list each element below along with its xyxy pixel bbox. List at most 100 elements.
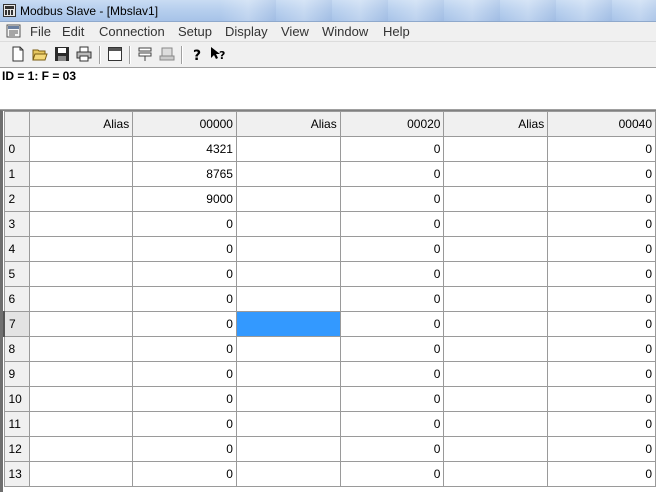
- value-cell[interactable]: 0: [132, 311, 237, 337]
- row-header[interactable]: 8: [3, 336, 31, 362]
- value-cell[interactable]: 0: [132, 361, 237, 387]
- app-icon[interactable]: [3, 4, 16, 17]
- alias-cell[interactable]: [29, 136, 134, 162]
- alias-cell[interactable]: [29, 236, 134, 262]
- alias-cell[interactable]: [443, 386, 549, 412]
- value-cell[interactable]: 0: [339, 436, 445, 462]
- menu-setup[interactable]: Setup: [178, 24, 212, 39]
- value-cell[interactable]: 0: [547, 336, 656, 362]
- help-icon[interactable]: ?: [189, 46, 205, 62]
- alias-cell[interactable]: [235, 461, 341, 487]
- row-header[interactable]: 10: [3, 386, 31, 412]
- value-cell[interactable]: 0: [132, 211, 237, 237]
- menu-connection[interactable]: Connection: [99, 24, 165, 39]
- value-cell[interactable]: 0: [132, 411, 237, 437]
- alias-cell[interactable]: [235, 136, 341, 162]
- table-row[interactable]: 5 0 0 0: [3, 261, 656, 287]
- table-row[interactable]: 3 0 0 0: [3, 211, 656, 237]
- alias-cell[interactable]: [29, 311, 134, 337]
- value-cell[interactable]: 0: [132, 386, 237, 412]
- value-cell[interactable]: 0: [547, 286, 656, 312]
- table-row[interactable]: 7 0 0 0: [3, 311, 656, 337]
- alias-cell[interactable]: [235, 236, 341, 262]
- value-cell[interactable]: 0: [339, 236, 445, 262]
- document-icon[interactable]: [6, 24, 22, 39]
- table-row[interactable]: 12 0 0 0: [3, 436, 656, 462]
- value-cell[interactable]: 0: [132, 336, 237, 362]
- value-cell[interactable]: 0: [547, 461, 656, 487]
- menu-file[interactable]: File: [30, 24, 51, 39]
- row-header[interactable]: 2: [3, 186, 31, 212]
- value-cell[interactable]: 0: [547, 186, 656, 212]
- row-header[interactable]: 5: [3, 261, 31, 287]
- column-header-alias-2[interactable]: Alias: [235, 111, 341, 137]
- selected-alias-cell[interactable]: [235, 311, 341, 337]
- row-header[interactable]: 12: [3, 436, 31, 462]
- alias-cell[interactable]: [235, 361, 341, 387]
- column-header-00020[interactable]: 00020: [339, 111, 445, 137]
- row-header[interactable]: 1: [3, 161, 31, 187]
- value-cell[interactable]: 0: [547, 311, 656, 337]
- new-icon[interactable]: [10, 46, 26, 62]
- alias-cell[interactable]: [443, 361, 549, 387]
- save-icon[interactable]: [54, 46, 70, 62]
- alias-cell[interactable]: [29, 211, 134, 237]
- row-header[interactable]: 9: [3, 361, 31, 387]
- value-cell[interactable]: 0: [132, 436, 237, 462]
- alias-cell[interactable]: [235, 386, 341, 412]
- row-header[interactable]: 3: [3, 211, 31, 237]
- row-header[interactable]: 0: [3, 136, 31, 162]
- alias-cell[interactable]: [443, 211, 549, 237]
- table-row[interactable]: 9 0 0 0: [3, 361, 656, 387]
- alias-cell[interactable]: [443, 411, 549, 437]
- row-header[interactable]: 7: [3, 311, 31, 337]
- print-icon[interactable]: [76, 46, 92, 62]
- alias-cell[interactable]: [443, 136, 549, 162]
- alias-cell[interactable]: [29, 186, 134, 212]
- value-cell[interactable]: 0: [339, 461, 445, 487]
- connect-icon[interactable]: [159, 46, 175, 62]
- value-cell[interactable]: 0: [339, 311, 445, 337]
- alias-cell[interactable]: [235, 211, 341, 237]
- alias-cell[interactable]: [29, 336, 134, 362]
- table-row[interactable]: 11 0 0 0: [3, 411, 656, 437]
- table-row[interactable]: 2 9000 0 0: [3, 186, 656, 212]
- table-row[interactable]: 0 4321 0 0: [3, 136, 656, 162]
- table-row[interactable]: 4 0 0 0: [3, 236, 656, 262]
- context-help-icon[interactable]: ?: [210, 46, 226, 62]
- column-header-alias-3[interactable]: Alias: [443, 111, 549, 137]
- alias-cell[interactable]: [29, 411, 134, 437]
- value-cell[interactable]: 0: [547, 386, 656, 412]
- value-cell[interactable]: 0: [547, 411, 656, 437]
- menu-window[interactable]: Window: [322, 24, 368, 39]
- value-cell[interactable]: 0: [547, 161, 656, 187]
- alias-cell[interactable]: [235, 261, 341, 287]
- alias-cell[interactable]: [443, 461, 549, 487]
- value-cell[interactable]: 0: [339, 186, 445, 212]
- alias-cell[interactable]: [29, 261, 134, 287]
- alias-cell[interactable]: [443, 286, 549, 312]
- value-cell[interactable]: 0: [339, 411, 445, 437]
- value-cell[interactable]: 0: [547, 211, 656, 237]
- table-row[interactable]: 10 0 0 0: [3, 386, 656, 412]
- alias-cell[interactable]: [29, 161, 134, 187]
- menu-view[interactable]: View: [281, 24, 309, 39]
- value-cell[interactable]: 0: [339, 361, 445, 387]
- value-cell[interactable]: 0: [339, 211, 445, 237]
- alias-cell[interactable]: [443, 336, 549, 362]
- alias-cell[interactable]: [443, 436, 549, 462]
- alias-cell[interactable]: [443, 186, 549, 212]
- alias-cell[interactable]: [235, 336, 341, 362]
- value-cell[interactable]: 4321: [132, 136, 237, 162]
- row-header[interactable]: 6: [3, 286, 31, 312]
- slave-definition-icon[interactable]: [137, 46, 153, 62]
- value-cell[interactable]: 0: [339, 336, 445, 362]
- row-header[interactable]: 11: [3, 411, 31, 437]
- value-cell[interactable]: 0: [547, 236, 656, 262]
- value-cell[interactable]: 0: [339, 261, 445, 287]
- column-header-00040[interactable]: 00040: [547, 111, 656, 137]
- register-grid[interactable]: Alias 00000 Alias 00020 Alias 00040 0 432…: [0, 110, 656, 492]
- value-cell[interactable]: 0: [339, 286, 445, 312]
- alias-cell[interactable]: [235, 436, 341, 462]
- alias-cell[interactable]: [29, 386, 134, 412]
